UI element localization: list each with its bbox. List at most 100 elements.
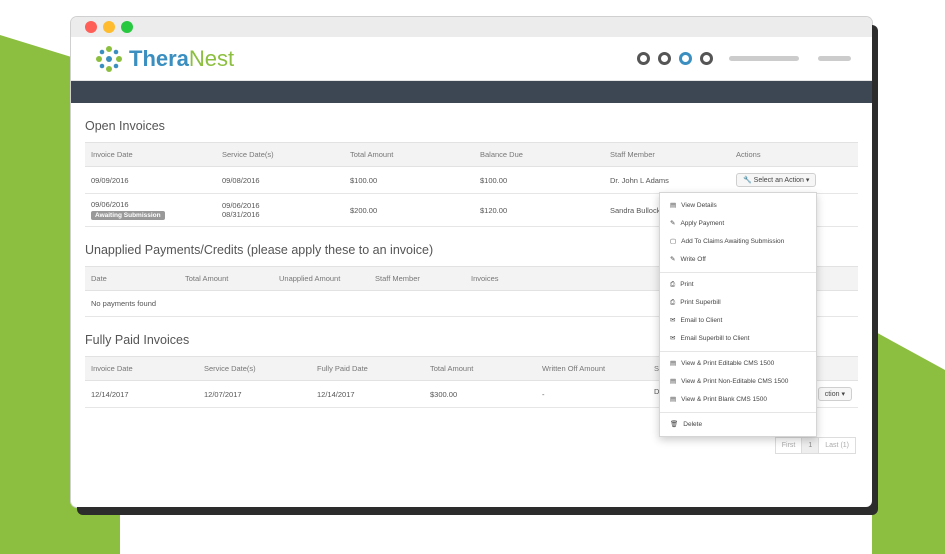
header-placeholder-bar: [818, 56, 851, 61]
envelope-icon: ✉: [670, 317, 676, 324]
column-header[interactable]: Total Amount: [344, 142, 474, 167]
invoice-date-cell: 09/06/2016 Awaiting Submission: [85, 193, 216, 227]
column-header[interactable]: Date: [85, 266, 179, 291]
trash-icon: 🗑: [670, 421, 679, 428]
service-date: 09/06/2016: [222, 201, 260, 210]
menu-item-label: View & Print Blank CMS 1500: [681, 396, 768, 403]
pager-last-button[interactable]: Last (1): [818, 437, 856, 454]
column-header[interactable]: Service Date(s): [216, 142, 344, 167]
minimize-window-button[interactable]: [103, 21, 115, 33]
menu-divider: [660, 272, 816, 273]
clipboard-icon: ▢: [670, 238, 677, 245]
header-circle-icon[interactable]: [679, 52, 692, 65]
list-icon: ▤: [670, 360, 677, 367]
menu-item-label: View & Print Non-Editable CMS 1500: [681, 378, 789, 385]
column-header[interactable]: Fully Paid Date: [311, 356, 424, 381]
menu-item-label: Delete: [683, 421, 703, 428]
envelope-icon: ✉: [670, 335, 676, 342]
menu-item-email-superbill[interactable]: ✉ Email Superbill to Client: [660, 330, 816, 348]
column-header[interactable]: Invoice Date: [85, 142, 216, 167]
status-badge: Awaiting Submission: [91, 211, 165, 220]
pagination: First 1 Last (1): [774, 437, 856, 454]
invoice-date: 09/06/2016: [91, 200, 129, 209]
header-placeholder-bar: [729, 56, 799, 61]
menu-item-email-client[interactable]: ✉ Email to Client: [660, 312, 816, 330]
caret-down-icon: ▾: [841, 391, 845, 398]
header-circle-icon[interactable]: [700, 52, 713, 65]
menu-item-delete[interactable]: 🗑 Delete: [660, 416, 816, 434]
menu-item-view-details[interactable]: ▤ View Details: [660, 197, 816, 215]
header-circle-icon[interactable]: [637, 52, 650, 65]
logo-text-nest: Nest: [188, 46, 235, 71]
invoice-date: 09/09/2016: [85, 166, 216, 194]
menu-item-label: Apply Payment: [680, 220, 725, 227]
logo-mark-icon: [96, 46, 122, 72]
logo-text-thera: Thera: [129, 46, 189, 71]
list-icon: ▤: [670, 202, 677, 209]
pencil-icon: ✎: [670, 220, 676, 227]
logo[interactable]: TheraNest: [95, 45, 234, 73]
invoice-date: 12/14/2017: [85, 380, 198, 408]
header-icons: [637, 52, 713, 65]
menu-item-add-to-claims[interactable]: ▢ Add To Claims Awaiting Submission: [660, 233, 816, 251]
column-header[interactable]: Staff Member: [604, 142, 730, 167]
open-invoices-title: Open Invoices: [85, 119, 165, 133]
menu-item-print-superbill[interactable]: ⎙ Print Superbill: [660, 294, 816, 312]
menu-divider: [660, 412, 816, 413]
column-header: Actions: [730, 142, 858, 167]
written-off-amount: -: [536, 380, 648, 408]
column-header[interactable]: Staff Member: [369, 266, 465, 291]
total-amount: $100.00: [344, 166, 474, 194]
menu-item-label: Email Superbill to Client: [680, 335, 750, 342]
service-date: 12/07/2017: [198, 380, 311, 408]
action-dropdown-menu: ▤ View Details ✎ Apply Payment ▢ Add To Cla…: [659, 192, 817, 437]
window-titlebar: [71, 17, 872, 37]
balance-due: $100.00: [474, 166, 604, 194]
app-header: TheraNest: [71, 37, 872, 81]
select-action-button[interactable]: 🔧 Select an Action ▾: [736, 173, 817, 187]
caret-down-icon: ▾: [805, 177, 810, 184]
header-circle-icon[interactable]: [658, 52, 671, 65]
actions-cell: 🔧 Select an Action ▾: [730, 166, 858, 194]
nav-bar: [71, 81, 872, 103]
printer-icon: ⎙: [670, 299, 676, 306]
menu-item-cms-non-editable[interactable]: ▤ View & Print Non-Editable CMS 1500: [660, 373, 816, 391]
fully-paid-date: 12/14/2017: [311, 380, 424, 408]
staff-member: Dr. John L Adams: [604, 166, 730, 194]
balance-due: $120.00: [474, 193, 604, 227]
menu-item-label: Print: [680, 281, 694, 288]
printer-icon: ⎙: [670, 281, 676, 288]
column-header[interactable]: Total Amount: [424, 356, 536, 381]
menu-item-label: View Details: [681, 202, 717, 209]
pager-page-button[interactable]: 1: [801, 437, 820, 454]
menu-item-write-off[interactable]: ✎ Write Off: [660, 251, 816, 269]
list-icon: ▤: [670, 396, 677, 403]
menu-item-print[interactable]: ⎙ Print: [660, 276, 816, 294]
menu-item-apply-payment[interactable]: ✎ Apply Payment: [660, 215, 816, 233]
select-action-button[interactable]: ction ▾: [817, 387, 852, 401]
select-action-label: Select an Action: [753, 177, 804, 184]
table-row[interactable]: 09/09/2016 09/08/2016 $100.00 $100.00 Dr…: [85, 166, 858, 194]
pencil-icon: ✎: [670, 256, 676, 263]
menu-item-cms-editable[interactable]: ▤ View & Print Editable CMS 1500: [660, 355, 816, 373]
column-header[interactable]: Total Amount: [179, 266, 273, 291]
menu-item-label: Write Off: [680, 256, 706, 263]
close-window-button[interactable]: [85, 21, 97, 33]
pager-first-button[interactable]: First: [774, 437, 803, 454]
column-header[interactable]: Unapplied Amount: [273, 266, 369, 291]
column-header[interactable]: Balance Due: [474, 142, 604, 167]
column-header[interactable]: Written Off Amount: [536, 356, 648, 381]
service-dates-cell: 09/06/2016 08/31/2016: [216, 193, 344, 227]
total-amount: $200.00: [344, 193, 474, 227]
menu-item-cms-blank[interactable]: ▤ View & Print Blank CMS 1500: [660, 391, 816, 409]
menu-item-label: Print Superbill: [680, 299, 721, 306]
menu-item-label: Add To Claims Awaiting Submission: [681, 238, 785, 245]
maximize-window-button[interactable]: [121, 21, 133, 33]
service-date: 09/08/2016: [216, 166, 344, 194]
column-header[interactable]: Service Date(s): [198, 356, 311, 381]
column-header[interactable]: Invoice Date: [85, 356, 198, 381]
logo-text: TheraNest: [129, 46, 234, 72]
list-icon: ▤: [670, 378, 677, 385]
menu-item-label: Email to Client: [680, 317, 723, 324]
menu-item-label: View & Print Editable CMS 1500: [681, 360, 775, 367]
